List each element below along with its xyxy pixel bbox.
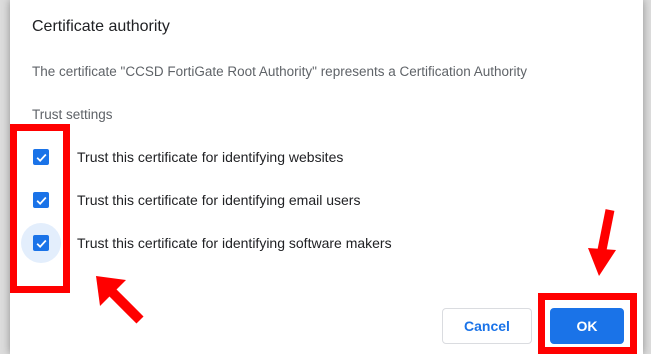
trust-option-email-users[interactable]: Trust this certificate for identifying e…: [10, 180, 610, 220]
trust-option-label: Trust this certificate for identifying w…: [77, 149, 344, 165]
trust-option-software-makers[interactable]: Trust this certificate for identifying s…: [10, 223, 610, 263]
check-icon: [36, 153, 46, 162]
cancel-button[interactable]: Cancel: [442, 308, 532, 344]
checkbox-software-makers[interactable]: [33, 235, 49, 251]
checkbox-email-users[interactable]: [33, 192, 49, 208]
ok-button[interactable]: OK: [550, 308, 624, 344]
certificate-dialog: Certificate authority The certificate "C…: [10, 0, 643, 354]
certificate-description: The certificate "CCSD FortiGate Root Aut…: [32, 64, 528, 79]
trust-settings-heading: Trust settings: [32, 107, 113, 122]
trust-option-label: Trust this certificate for identifying s…: [77, 235, 392, 251]
checkbox-websites[interactable]: [33, 149, 49, 165]
check-icon: [36, 239, 46, 248]
trust-option-label: Trust this certificate for identifying e…: [77, 192, 361, 208]
dialog-title: Certificate authority: [32, 18, 170, 35]
trust-option-websites[interactable]: Trust this certificate for identifying w…: [10, 137, 610, 177]
check-icon: [36, 196, 46, 205]
